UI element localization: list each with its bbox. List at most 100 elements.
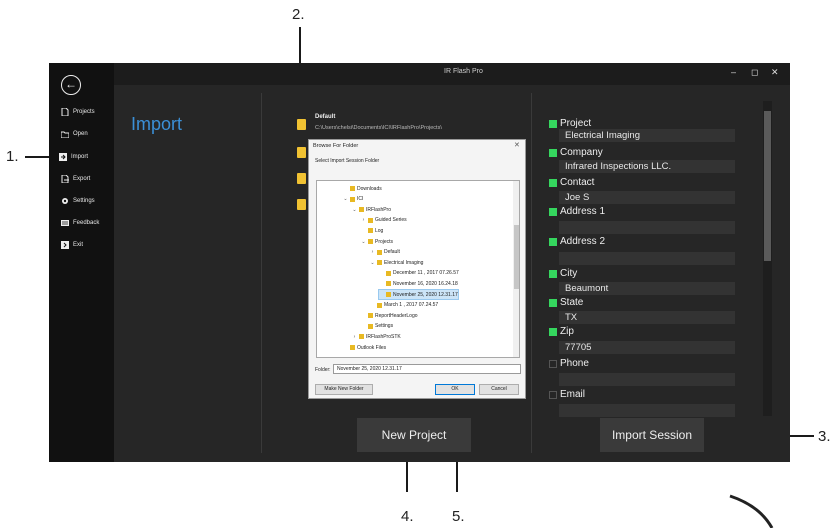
back-arrow-icon[interactable]: ← [61,75,81,95]
sidebar-item-import[interactable]: Import [59,150,88,164]
tree-item-label: November 16, 2020 16.24.18 [393,280,458,287]
tree-expand-icon[interactable]: › [361,217,366,223]
sidebar-item-settings[interactable]: Settings [61,194,95,208]
phone-checkbox[interactable] [549,359,557,368]
sidebar-item-export[interactable]: Export [61,172,90,186]
gear-icon [62,198,68,204]
minimize-button[interactable]: ‒ [731,67,736,77]
callout-2: 2. [292,6,305,23]
tree-item[interactable]: ⌄ Electrical Imaging [370,258,423,267]
default-project-label[interactable]: Default [315,114,335,120]
project-checkbox[interactable] [549,119,557,128]
contact-field[interactable]: Joe S [559,191,735,204]
tree-item[interactable]: Downloads [343,184,382,193]
file-icon [61,108,69,116]
folder-icon[interactable] [297,147,306,158]
sidebar-item-open[interactable]: Open [61,127,88,141]
folder-input[interactable]: November 25, 2020 12.31.17 [333,364,521,374]
tree-item[interactable]: › Guided Series [361,216,407,225]
sidebar-item-label: Exit [73,242,84,248]
tree-expand-icon[interactable]: › [370,249,375,255]
sidebar-item-projects[interactable]: Projects [61,105,95,119]
folder-icon [377,260,382,266]
callout-4: 4. [401,508,414,525]
page-title: Import [131,114,183,134]
divider [261,93,262,453]
window-title: IR Flash Pro [444,68,483,75]
tree-item-label: IRFlashPro [366,206,392,213]
sidebar: ← Projects Open Import Export Settings F… [49,63,114,462]
tree-item[interactable]: Log [361,226,383,235]
zip-field[interactable]: 77705 [559,341,735,354]
dialog-title: Browse For Folder [313,143,359,149]
folder-icon[interactable] [297,119,306,130]
state-checkbox[interactable] [549,298,557,307]
tree-expand-icon[interactable]: › [352,334,357,340]
sidebar-item-label: Settings [73,198,95,204]
folder-icon [359,207,364,213]
tree-expand-icon[interactable]: ⌄ [352,207,357,213]
folder-icon [368,313,373,319]
email-label: Email [549,389,585,400]
tree-item[interactable]: November 25, 2020 12.31.17 [378,289,459,300]
address1-label: Address 1 [549,206,605,217]
email-checkbox[interactable] [549,390,557,399]
tree-item-label: Log [375,227,384,234]
tree-item[interactable]: Outlook Files [343,343,386,352]
company-field[interactable]: Infrared Inspections LLC. [559,160,735,173]
maximize-button[interactable]: ◻ [751,67,758,78]
folder-icon [350,186,355,191]
email-field[interactable] [559,404,735,417]
tree-item-label: Projects [375,238,394,245]
feedback-icon [61,220,69,226]
export-icon [61,175,69,183]
tree-item[interactable]: ⌄ Projects [361,237,393,246]
address1-checkbox[interactable] [549,207,557,216]
import-session-button[interactable]: Import Session [600,418,704,452]
zip-checkbox[interactable] [549,327,557,336]
tree-scrollbar-thumb[interactable] [514,225,519,289]
folder-icon [368,217,373,223]
tree-item[interactable]: ⌄ ICI [343,195,363,204]
cancel-button[interactable]: Cancel [479,384,519,395]
tree-item[interactable]: December 11 , 2017 07.26.57 [379,269,459,278]
tree-item[interactable]: ⌄ IRFlashPro [352,205,391,214]
sidebar-item-feedback[interactable]: Feedback [61,216,99,230]
tree-item[interactable]: ReportHeaderLogo [361,311,418,320]
contact-checkbox[interactable] [549,178,557,187]
sidebar-item-exit[interactable]: Exit [61,238,83,252]
dialog-close-icon[interactable]: ✕ [514,141,520,149]
folder-icon [368,239,373,244]
folder-icon[interactable] [297,173,306,184]
tree-expand-icon[interactable]: ⌄ [370,260,375,266]
company-checkbox[interactable] [549,148,557,157]
make-new-folder-button[interactable]: Make New Folder [315,384,373,395]
tree-item[interactable]: › IRFlashProSTK [352,332,401,341]
tree-expand-icon[interactable]: ⌄ [343,196,348,202]
tree-item-label: Default [384,249,400,256]
state-field[interactable]: TX [559,311,735,324]
city-field[interactable]: Beaumont [559,282,735,295]
tree-expand-icon[interactable]: ⌄ [361,239,366,245]
tree-item-label: November 25, 2020 12.31.17 [393,291,458,298]
address2-checkbox[interactable] [549,237,557,246]
address2-field[interactable] [559,252,735,265]
close-button[interactable]: ✕ [771,67,779,78]
address1-field[interactable] [559,221,735,234]
scrollbar-thumb[interactable] [764,111,771,261]
tree-item[interactable]: November 16, 2020 16.24.18 [379,279,458,288]
folder-icon[interactable] [297,199,306,210]
sidebar-item-label: Feedback [73,220,100,226]
ok-button[interactable]: OK [435,384,475,395]
tree-item[interactable]: › Default [370,248,400,257]
tree-item[interactable]: March 1 , 2017 07.24.57 [370,301,438,310]
tree-item-label: ReportHeaderLogo [375,312,418,319]
project-field[interactable]: Electrical Imaging [559,129,735,142]
tree-item[interactable]: Settings [361,322,393,331]
tree-item-label: ICI [357,196,364,203]
tree-item-label: Electrical Imaging [384,259,424,266]
phone-field[interactable] [559,373,735,386]
folder-tree[interactable]: Downloads ⌄ ICI ⌄ IRFlashPro › Guided Series Lo… [316,180,520,358]
new-project-button[interactable]: New Project [357,418,471,452]
city-checkbox[interactable] [549,269,557,278]
